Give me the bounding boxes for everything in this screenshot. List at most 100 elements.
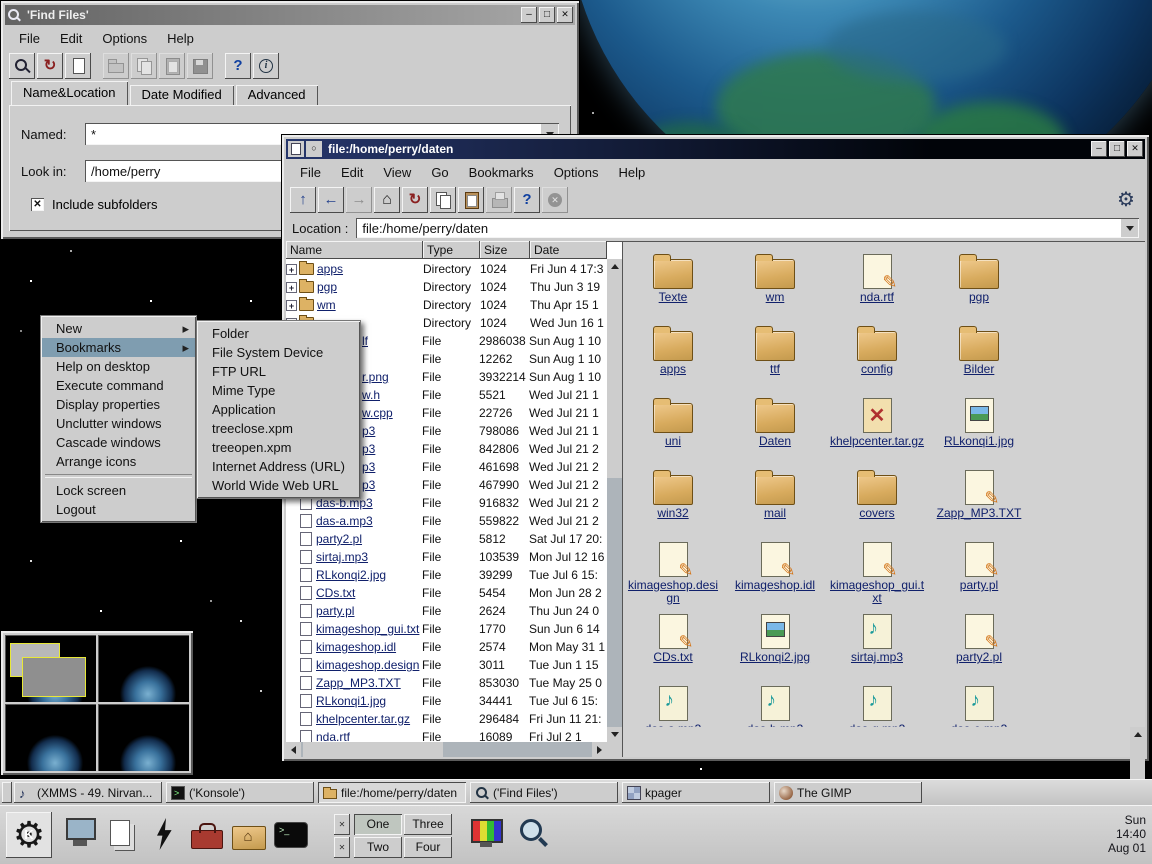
context-menu-item-cascade-windows[interactable]: Cascade windows [42, 433, 195, 452]
tree-row-kimageshop-idl[interactable]: kimageshop.idlFile2574Mon May 31 1 [286, 638, 607, 656]
tree-row-cds-txt[interactable]: CDs.txtFile5454Mon Jun 28 2 [286, 584, 607, 602]
menu-edit[interactable]: Edit [331, 162, 373, 184]
minimize-button[interactable] [521, 7, 537, 23]
file-name[interactable]: party2.pl [316, 532, 422, 546]
file-name[interactable]: party.pl [316, 604, 422, 618]
tree-row-party-pl[interactable]: party.plFile2624Thu Jun 24 0 [286, 602, 607, 620]
file-icon-covers[interactable]: covers [826, 467, 928, 539]
file-label[interactable]: uni [665, 435, 681, 448]
submenu-item-mime-type[interactable]: Mime Type [198, 381, 359, 400]
file-label[interactable]: RLkonqi1.jpg [944, 435, 1014, 448]
magnifier-icon[interactable] [514, 814, 554, 856]
file-icon-nda-rtf[interactable]: nda.rtf [826, 251, 928, 323]
tree-row-nda-rtf[interactable]: nda.rtfFile16089Fri Jul 2 1 [286, 728, 607, 742]
copy-button[interactable] [131, 53, 157, 79]
taskbar-item-konsole[interactable]: ('Konsole') [166, 782, 314, 803]
scroll-down-arrow-icon[interactable] [607, 727, 622, 742]
scroll-thumb[interactable] [607, 274, 622, 478]
file-name[interactable]: apps [317, 262, 423, 276]
scroll-up-arrow-icon[interactable] [607, 259, 622, 274]
file-label[interactable]: das-b.mp3 [747, 723, 804, 727]
tree-row-pgp[interactable]: +pgpDirectory1024Thu Jun 3 19 [286, 278, 607, 296]
file-icon-win32[interactable]: win32 [622, 467, 724, 539]
scroll-thumb[interactable] [303, 742, 443, 757]
context-menu-item-help-on-desktop[interactable]: Help on desktop [42, 357, 195, 376]
tree-vertical-scrollbar[interactable] [607, 259, 622, 742]
submenu-item-ftp-url[interactable]: FTP URL [198, 362, 359, 381]
desktop[interactable]: 'Find Files' FileEditOptionsHelp Name&Lo… [0, 0, 1152, 864]
tree-row-zapp-mp3-txt[interactable]: Zapp_MP3.TXTFile853030Tue May 25 0 [286, 674, 607, 692]
home-launcher-icon[interactable] [228, 814, 268, 856]
pager-mini-button[interactable] [334, 837, 350, 858]
tab-name-location[interactable]: Name&Location [11, 81, 128, 105]
file-icon-rlkonqi1-jpg[interactable]: RLkonqi1.jpg [928, 395, 1030, 467]
file-label[interactable]: ttf [770, 363, 780, 376]
column-header-date[interactable]: Date [530, 241, 607, 259]
file-icon-party2-pl[interactable]: party2.pl [928, 611, 1030, 683]
submenu-item-treeopen-xpm[interactable]: treeopen.xpm [198, 438, 359, 457]
pager-desktop-1[interactable] [5, 635, 96, 702]
maximize-button[interactable] [1109, 141, 1125, 157]
save-button[interactable] [187, 53, 213, 79]
file-name[interactable]: kimageshop.idl [316, 640, 422, 654]
location-combo-arrow-icon[interactable] [1121, 219, 1138, 237]
pager-mini-button[interactable] [334, 814, 350, 835]
file-name[interactable]: sirtaj.mp3 [316, 550, 422, 564]
scroll-track[interactable] [607, 274, 622, 727]
file-name[interactable]: RLkonqi1.jpg [316, 694, 422, 708]
file-name[interactable]: wm [317, 298, 423, 312]
file-icon-daten[interactable]: Daten [724, 395, 826, 467]
desktop-button-three[interactable]: Three [404, 814, 452, 835]
file-icon-das-a-mp3[interactable]: das-a.mp3 [622, 683, 724, 727]
menu-bookmarks[interactable]: Bookmarks [459, 162, 544, 184]
tree-row-khelpcenter-tar-gz[interactable]: khelpcenter.tar.gzFile296484Fri Jun 11 2… [286, 710, 607, 728]
file-label[interactable]: pgp [969, 291, 989, 304]
file-icon-cds-txt[interactable]: CDs.txt [622, 611, 724, 683]
file-icon-das-o-mp3[interactable]: das-o.mp3 [928, 683, 1030, 727]
scroll-track[interactable] [301, 742, 592, 757]
icon-vertical-scrollbar[interactable] [1130, 727, 1145, 757]
file-icon-uni[interactable]: uni [622, 395, 724, 467]
file-label[interactable]: kimageshop.idl [735, 579, 815, 592]
file-name[interactable]: khelpcenter.tar.gz [316, 712, 422, 726]
pager-desktop-4[interactable] [98, 704, 189, 771]
open-button[interactable] [103, 53, 129, 79]
menu-options[interactable]: Options [92, 28, 157, 50]
file-icon-apps[interactable]: apps [622, 323, 724, 395]
stop-button[interactable] [542, 187, 568, 213]
file-label[interactable]: khelpcenter.tar.gz [830, 435, 924, 448]
context-menu-item-new[interactable]: New▸ [42, 319, 195, 338]
expander-icon[interactable]: + [286, 264, 297, 275]
print-button[interactable] [486, 187, 512, 213]
file-label[interactable]: das-o.mp3 [951, 723, 1008, 727]
info-button[interactable] [253, 53, 279, 79]
desktop-launcher-icon[interactable] [60, 814, 100, 856]
taskbar-handle[interactable] [2, 782, 12, 803]
documents-launcher-icon[interactable] [102, 814, 142, 856]
copy-button[interactable] [430, 187, 456, 213]
paste-button[interactable] [159, 53, 185, 79]
context-menu-item-execute-command[interactable]: Execute command [42, 376, 195, 395]
context-menu-item-arrange-icons[interactable]: Arrange icons [42, 452, 195, 471]
file-label[interactable]: nda.rtf [860, 291, 894, 304]
colors-icon[interactable] [466, 814, 506, 856]
column-header-type[interactable]: Type [423, 241, 480, 259]
file-label[interactable]: win32 [657, 507, 688, 520]
location-input[interactable] [356, 218, 1139, 238]
tree-row-sirtaj-mp3[interactable]: sirtaj.mp3File103539Mon Jul 12 16 [286, 548, 607, 566]
file-icon-config[interactable]: config [826, 323, 928, 395]
context-menu-item-unclutter-windows[interactable]: Unclutter windows [42, 414, 195, 433]
reload-button[interactable] [37, 53, 63, 79]
column-header-size[interactable]: Size [480, 241, 530, 259]
pager-desktop-3[interactable] [5, 704, 96, 771]
klipper-launcher-icon[interactable] [144, 814, 184, 856]
file-label[interactable]: Texte [659, 291, 688, 304]
menu-edit[interactable]: Edit [50, 28, 92, 50]
context-menu-item-display-properties[interactable]: Display properties [42, 395, 195, 414]
tree-row-apps[interactable]: +appsDirectory1024Fri Jun 4 17:3 [286, 260, 607, 278]
menu-options[interactable]: Options [544, 162, 609, 184]
file-label[interactable]: Zapp_MP3.TXT [937, 507, 1022, 520]
tree-row-kimageshop-design[interactable]: kimageshop.designFile3011Tue Jun 1 15 [286, 656, 607, 674]
include-subfolders-checkbox[interactable] [31, 198, 44, 211]
file-label[interactable]: apps [660, 363, 686, 376]
